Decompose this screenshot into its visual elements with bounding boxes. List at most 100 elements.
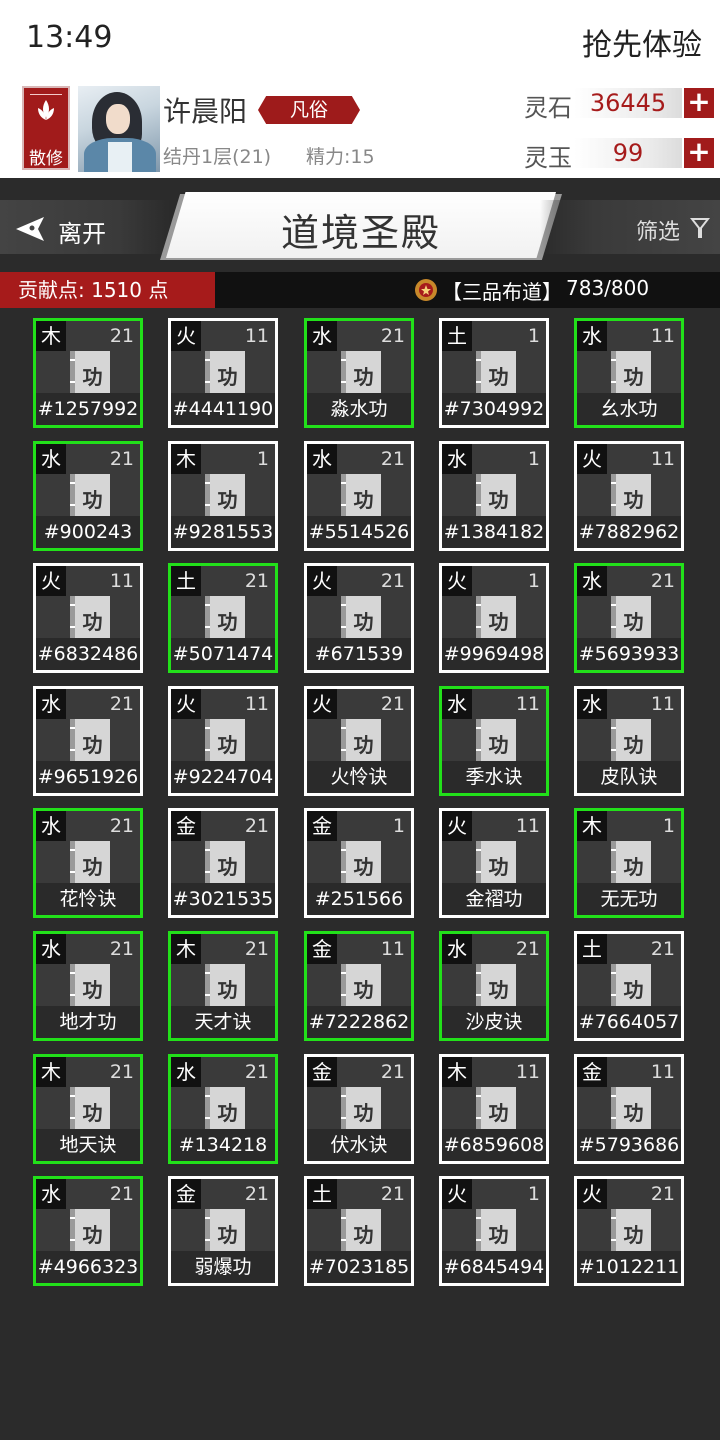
book-icon: 功	[611, 719, 651, 767]
technique-card[interactable]: 水 21 功淼水功	[304, 318, 414, 428]
element-tag: 水	[442, 689, 472, 719]
book-icon: 功	[341, 596, 381, 644]
book-icon: 功	[341, 1087, 381, 1135]
book-icon: 功	[205, 351, 245, 399]
technique-card[interactable]: 土 1 功 #7304992	[439, 318, 549, 428]
book-icon: 功	[476, 596, 516, 644]
element-tag: 火	[442, 811, 472, 841]
book-glyph: 功	[623, 733, 644, 757]
technique-card[interactable]: 土 21 功 #5071474	[168, 563, 278, 673]
technique-card[interactable]: 火 21 功 #671539	[304, 563, 414, 673]
technique-card[interactable]: 水 11 功皮队诀	[574, 686, 684, 796]
element-tag: 木	[171, 444, 201, 474]
technique-card[interactable]: 木 11 功 #6859608	[439, 1054, 549, 1164]
technique-card[interactable]: 水 21 功 #5693933	[574, 563, 684, 673]
avatar[interactable]	[78, 86, 160, 172]
technique-card[interactable]: 木 21 功地天诀	[33, 1054, 143, 1164]
technique-card[interactable]: 水 11 功季水诀	[439, 686, 549, 796]
book-icon: 功	[476, 474, 516, 522]
technique-card[interactable]: 金 11 功 #5793686	[574, 1054, 684, 1164]
spirit-jade-label: 灵玉	[524, 144, 572, 172]
book-glyph: 功	[623, 1223, 644, 1247]
technique-card[interactable]: 金 21 功 #3021535	[168, 808, 278, 918]
technique-card[interactable]: 木 21 功天才诀	[168, 931, 278, 1041]
book-icon: 功	[611, 1209, 651, 1257]
technique-card[interactable]: 金 21 功伏水诀	[304, 1054, 414, 1164]
book-icon: 功	[341, 841, 381, 889]
book-icon: 功	[205, 719, 245, 767]
technique-level: 21	[380, 325, 405, 347]
filter-button[interactable]: 筛选	[636, 214, 716, 245]
book-glyph: 功	[488, 488, 509, 512]
technique-name: 季水诀	[442, 761, 546, 793]
technique-card[interactable]: 土 21 功 #7664057	[574, 931, 684, 1041]
technique-card[interactable]: 木 1 功 #9281553	[168, 441, 278, 551]
book-glyph: 功	[623, 978, 644, 1002]
technique-card[interactable]: 火 1 功 #9969498	[439, 563, 549, 673]
technique-card[interactable]: 水 21 功 #900243	[33, 441, 143, 551]
technique-level: 21	[109, 1183, 134, 1205]
element-tag: 水	[36, 811, 66, 841]
technique-card[interactable]: 木 21 功 #1257992	[33, 318, 143, 428]
medal-icon	[415, 279, 437, 301]
book-glyph: 功	[623, 610, 644, 634]
technique-card[interactable]: 水 21 功地才功	[33, 931, 143, 1041]
player-name: 许晨阳	[163, 95, 248, 128]
element-tag: 土	[577, 934, 607, 964]
technique-level: 21	[515, 938, 540, 960]
technique-level: 21	[109, 693, 134, 715]
tier-label: 【三品布道】	[442, 280, 562, 304]
add-spirit-jade-button[interactable]: +	[684, 138, 714, 168]
technique-card[interactable]: 水 21 功沙皮诀	[439, 931, 549, 1041]
technique-card[interactable]: 金 21 功弱爆功	[168, 1176, 278, 1286]
technique-level: 11	[515, 815, 540, 837]
technique-card[interactable]: 火 11 功 #9224704	[168, 686, 278, 796]
element-tag: 土	[307, 1179, 337, 1209]
book-icon: 功	[205, 596, 245, 644]
technique-card[interactable]: 火 11 功 #6832486	[33, 563, 143, 673]
book-icon: 功	[476, 841, 516, 889]
technique-card[interactable]: 水 21 功 #9651926	[33, 686, 143, 796]
early-access-label: 抢先体验	[582, 28, 702, 63]
technique-card[interactable]: 水 11 功幺水功	[574, 318, 684, 428]
book-glyph: 功	[217, 733, 238, 757]
technique-card[interactable]: 金 11 功 #7222862	[304, 931, 414, 1041]
book-glyph: 功	[488, 733, 509, 757]
technique-level: 11	[244, 693, 269, 715]
sect-badge[interactable]: 散修	[22, 86, 70, 170]
element-tag: 木	[442, 1057, 472, 1087]
technique-name: 金褶功	[442, 883, 546, 915]
technique-name: #1384182	[442, 516, 546, 548]
technique-name: #5693933	[577, 638, 681, 670]
element-tag: 水	[307, 321, 337, 351]
technique-card[interactable]: 金 1 功 #251566	[304, 808, 414, 918]
technique-card[interactable]: 火 21 功 #1012211	[574, 1176, 684, 1286]
technique-card[interactable]: 水 21 功 #4966323	[33, 1176, 143, 1286]
leave-button[interactable]: 离开	[12, 212, 132, 248]
add-spirit-stone-button[interactable]: +	[684, 88, 714, 118]
technique-card[interactable]: 土 21 功 #7023185	[304, 1176, 414, 1286]
technique-level: 11	[650, 1061, 675, 1083]
technique-card[interactable]: 木 1 功无无功	[574, 808, 684, 918]
technique-name: #9651926	[36, 761, 140, 793]
technique-card[interactable]: 水 21 功 #134218	[168, 1054, 278, 1164]
element-tag: 水	[36, 689, 66, 719]
technique-card[interactable]: 水 21 功花怜诀	[33, 808, 143, 918]
technique-card[interactable]: 火 21 功火怜诀	[304, 686, 414, 796]
technique-card[interactable]: 火 11 功 #4441190	[168, 318, 278, 428]
technique-card[interactable]: 火 11 功金褶功	[439, 808, 549, 918]
element-tag: 水	[577, 689, 607, 719]
technique-level: 21	[109, 325, 134, 347]
book-icon: 功	[341, 351, 381, 399]
player-profile: 散修 许晨阳 凡俗 结丹1层(21) 精力:15 灵石 36445 + 灵玉 9…	[0, 78, 720, 178]
technique-card[interactable]: 火 1 功 #6845494	[439, 1176, 549, 1286]
book-glyph: 功	[82, 1101, 103, 1125]
technique-card[interactable]: 水 1 功 #1384182	[439, 441, 549, 551]
technique-level: 11	[380, 938, 405, 960]
technique-level: 11	[109, 570, 134, 592]
technique-card[interactable]: 水 21 功 #5514526	[304, 441, 414, 551]
technique-level: 21	[244, 1183, 269, 1205]
element-tag: 木	[171, 934, 201, 964]
technique-name: #7882962	[577, 516, 681, 548]
technique-card[interactable]: 火 11 功 #7882962	[574, 441, 684, 551]
